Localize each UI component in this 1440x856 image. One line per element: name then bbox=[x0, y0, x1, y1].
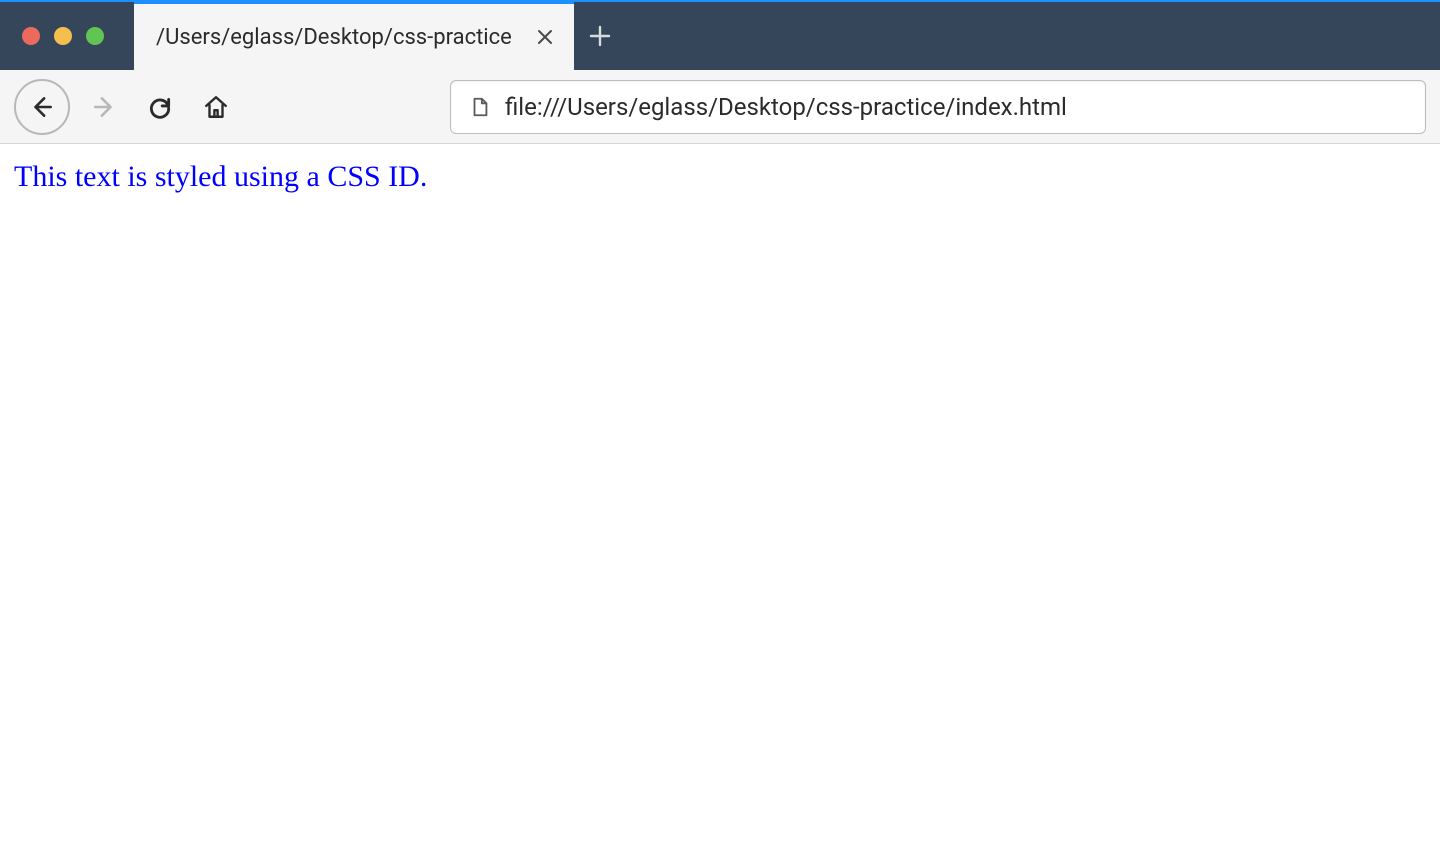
arrow-left-icon bbox=[29, 94, 55, 120]
tab-active[interactable]: /Users/eglass/Desktop/css-practice bbox=[134, 2, 574, 70]
close-tab-button[interactable] bbox=[534, 26, 556, 48]
tabs: /Users/eglass/Desktop/css-practice bbox=[134, 2, 626, 70]
home-icon bbox=[203, 94, 229, 120]
tab-title: /Users/eglass/Desktop/css-practice bbox=[156, 25, 522, 50]
url-text: file:///Users/eglass/Desktop/css-practic… bbox=[505, 93, 1407, 121]
page-body-text: This text is styled using a CSS ID. bbox=[14, 160, 1426, 194]
back-button[interactable] bbox=[14, 79, 70, 135]
arrow-right-icon bbox=[91, 94, 117, 120]
home-button[interactable] bbox=[194, 85, 238, 129]
new-tab-button[interactable] bbox=[574, 2, 626, 70]
addressbar[interactable]: file:///Users/eglass/Desktop/css-practic… bbox=[450, 80, 1426, 134]
browser-window: /Users/eglass/Desktop/css-practice bbox=[0, 0, 1440, 856]
forward-button[interactable] bbox=[82, 85, 126, 129]
maximize-window-button[interactable] bbox=[86, 27, 104, 45]
window-controls bbox=[0, 2, 134, 70]
addressbar-wrap: file:///Users/eglass/Desktop/css-practic… bbox=[450, 80, 1426, 134]
plus-icon bbox=[589, 25, 611, 47]
page-content: This text is styled using a CSS ID. bbox=[0, 144, 1440, 856]
close-icon bbox=[537, 29, 553, 45]
reload-button[interactable] bbox=[138, 85, 182, 129]
titlebar: /Users/eglass/Desktop/css-practice bbox=[0, 0, 1440, 70]
close-window-button[interactable] bbox=[22, 27, 40, 45]
toolbar: file:///Users/eglass/Desktop/css-practic… bbox=[0, 70, 1440, 144]
minimize-window-button[interactable] bbox=[54, 27, 72, 45]
document-icon bbox=[469, 96, 491, 118]
reload-icon bbox=[147, 94, 173, 120]
